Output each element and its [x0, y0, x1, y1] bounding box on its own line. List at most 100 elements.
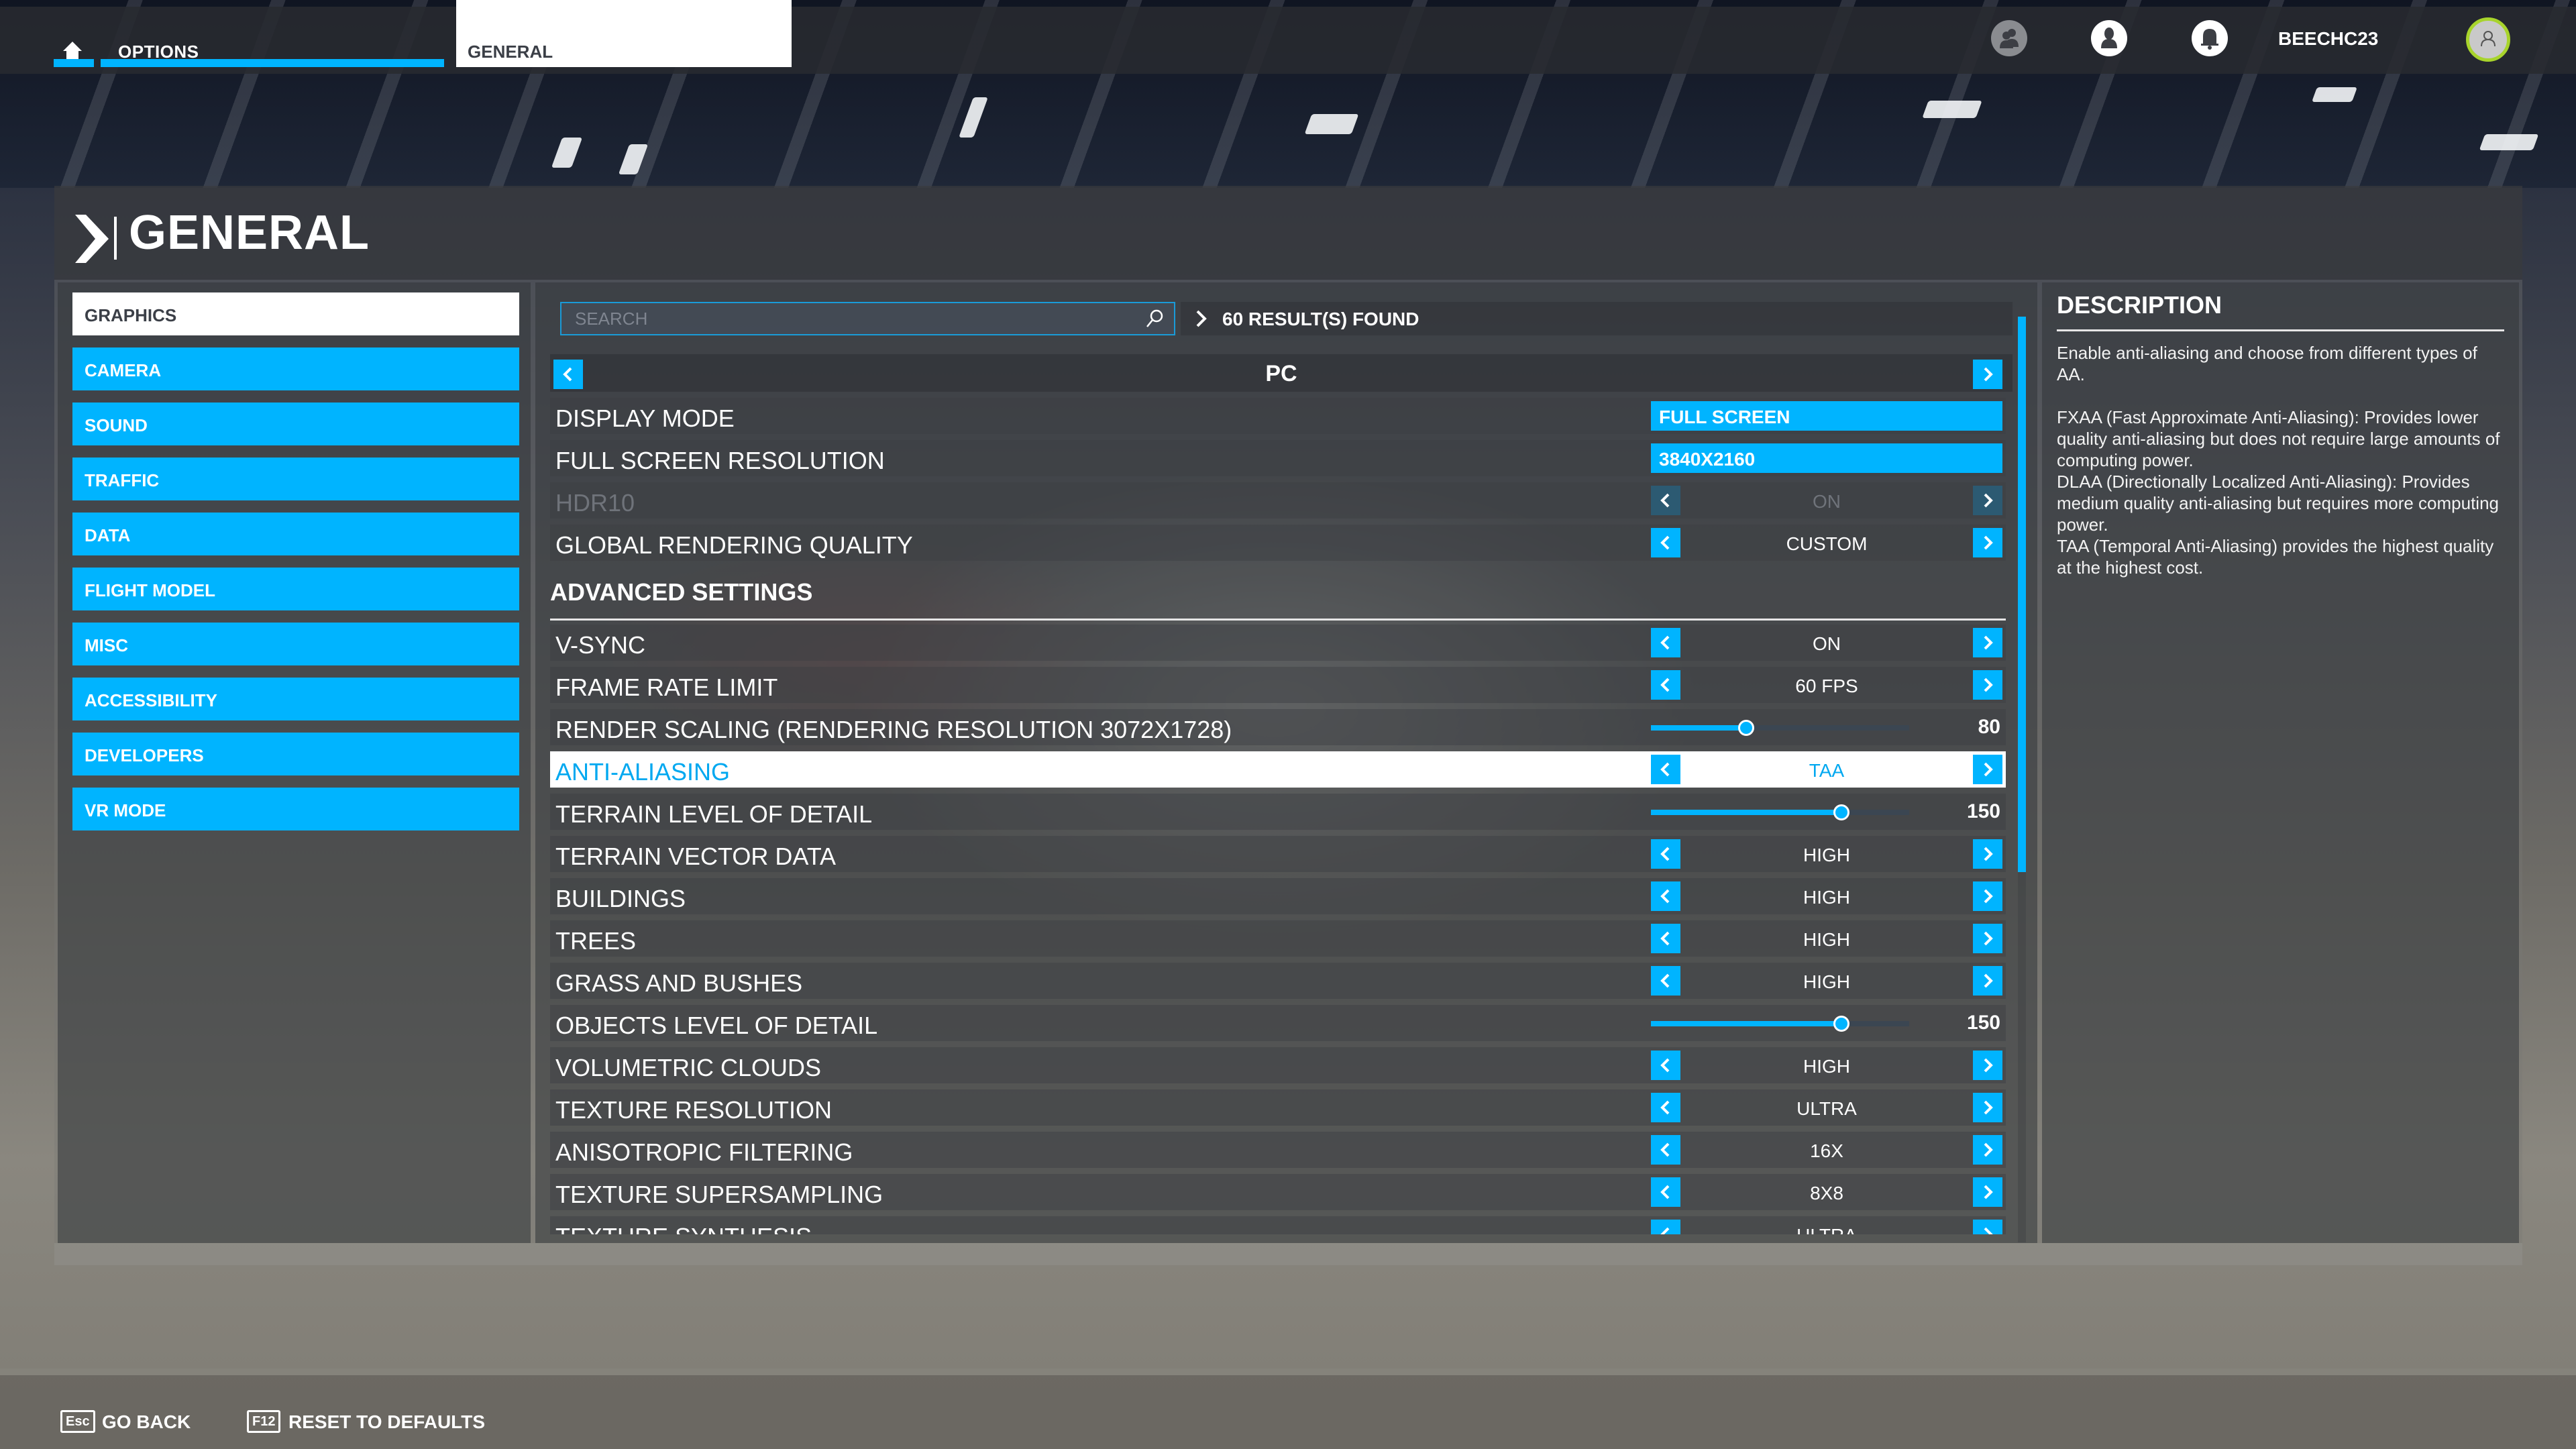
- previous-option-button[interactable]: [1651, 1135, 1680, 1165]
- chevron-left-icon: [1660, 973, 1670, 988]
- previous-option-button[interactable]: [1651, 1093, 1680, 1122]
- setting-dropdown[interactable]: FULL SCREEN: [1651, 401, 2002, 431]
- next-option-button[interactable]: [1973, 1135, 2002, 1165]
- setting-row-texture-resolution[interactable]: TEXTURE RESOLUTION ULTRA: [550, 1089, 2006, 1126]
- next-option-button[interactable]: [1973, 839, 2002, 869]
- setting-row-volumetric-clouds[interactable]: VOLUMETRIC CLOUDS HIGH: [550, 1047, 2006, 1083]
- slider-handle[interactable]: [1833, 804, 1849, 820]
- slider-track[interactable]: [1651, 804, 1909, 820]
- breadcrumb-underline: [101, 59, 444, 67]
- sidebar-item-label: ACCESSIBILITY: [85, 690, 217, 710]
- setting-dropdown[interactable]: 3840X2160: [1651, 443, 2002, 473]
- slider-track[interactable]: [1651, 720, 1909, 736]
- profile-button[interactable]: [2091, 20, 2127, 56]
- next-option-button[interactable]: [1973, 924, 2002, 953]
- breadcrumb-general[interactable]: GENERAL: [456, 0, 792, 67]
- go-back-label: GO BACK: [102, 1411, 191, 1432]
- sidebar-item-camera[interactable]: CAMERA: [72, 347, 519, 390]
- friends-button[interactable]: [1991, 20, 2027, 56]
- setting-row-terrain-vector-data[interactable]: TERRAIN VECTOR DATA HIGH: [550, 836, 2006, 872]
- platform-next-button[interactable]: [1973, 360, 2002, 389]
- next-option-button[interactable]: [1973, 1093, 2002, 1122]
- setting-row-hdr10[interactable]: HDR10 ON: [550, 482, 2006, 519]
- sidebar-item-misc[interactable]: MISC: [72, 623, 519, 665]
- sidebar-item-flight-model[interactable]: FLIGHT MODEL: [72, 568, 519, 610]
- chevron-left-icon: [1660, 889, 1670, 904]
- setting-row-buildings[interactable]: BUILDINGS HIGH: [550, 878, 2006, 914]
- chevron-right-icon: [1984, 1142, 1993, 1157]
- setting-row-anti-aliasing[interactable]: ANTI-ALIASING TAA: [550, 751, 2006, 788]
- sidebar-item-graphics[interactable]: GRAPHICS: [72, 292, 519, 335]
- next-option-button[interactable]: [1973, 755, 2002, 784]
- setting-row-frame-rate-limit[interactable]: FRAME RATE LIMIT 60 FPS: [550, 667, 2006, 703]
- search-input[interactable]: [561, 303, 1138, 334]
- chevron-right-icon: [1984, 931, 1993, 946]
- next-option-button[interactable]: [1973, 628, 2002, 657]
- setting-value: TAA: [1809, 760, 1845, 781]
- ceiling-light: [2311, 87, 2358, 102]
- previous-option-button[interactable]: [1651, 1051, 1680, 1080]
- sidebar-item-data[interactable]: DATA: [72, 513, 519, 555]
- sidebar-item-label: MISC: [85, 635, 128, 655]
- chevron-right-icon: [1196, 310, 1207, 327]
- settings-header: [54, 186, 2522, 280]
- previous-option-button[interactable]: [1651, 628, 1680, 657]
- setting-value: 8X8: [1810, 1183, 1843, 1203]
- slider-track[interactable]: [1651, 1016, 1909, 1032]
- setting-value: 60 FPS: [1795, 676, 1858, 696]
- platform-prev-button[interactable]: [553, 360, 583, 389]
- setting-label: FULL SCREEN RESOLUTION: [555, 447, 885, 474]
- setting-row-display-mode[interactable]: DISPLAY MODE FULL SCREEN: [550, 398, 2006, 434]
- previous-option-button[interactable]: [1651, 966, 1680, 996]
- setting-row-render-scaling-rendering-resolution-3072x1728[interactable]: RENDER SCALING (RENDERING RESOLUTION 307…: [550, 709, 2006, 745]
- next-option-button[interactable]: [1973, 670, 2002, 700]
- setting-row-objects-level-of-detail[interactable]: OBJECTS LEVEL OF DETAIL 150: [550, 1005, 2006, 1041]
- sidebar-item-accessibility[interactable]: ACCESSIBILITY: [72, 678, 519, 720]
- previous-option-button[interactable]: [1651, 1220, 1680, 1234]
- next-option-button[interactable]: [1973, 1220, 2002, 1234]
- previous-option-button[interactable]: [1651, 839, 1680, 869]
- setting-value: ON: [1813, 633, 1841, 654]
- previous-option-button[interactable]: [1651, 670, 1680, 700]
- setting-row-trees[interactable]: TREES HIGH: [550, 920, 2006, 957]
- settings-scrollbar[interactable]: [2018, 317, 2026, 1242]
- previous-option-button[interactable]: [1651, 924, 1680, 953]
- setting-row-full-screen-resolution[interactable]: FULL SCREEN RESOLUTION 3840X2160: [550, 440, 2006, 476]
- description-title: DESCRIPTION: [2057, 291, 2222, 319]
- next-option-button[interactable]: [1973, 881, 2002, 911]
- scrollbar-thumb[interactable]: [2018, 317, 2026, 872]
- search-box[interactable]: [560, 302, 1175, 335]
- home-button[interactable]: [54, 27, 94, 67]
- sidebar-item-sound[interactable]: SOUND: [72, 402, 519, 445]
- setting-row-texture-synthesis[interactable]: TEXTURE SYNTHESIS ULTRA: [550, 1216, 2006, 1234]
- next-option-button[interactable]: [1973, 1051, 2002, 1080]
- setting-row-anisotropic-filtering[interactable]: ANISOTROPIC FILTERING 16X: [550, 1132, 2006, 1168]
- sidebar-item-label: TRAFFIC: [85, 470, 160, 490]
- previous-option-button[interactable]: [1651, 1177, 1680, 1207]
- setting-row-v-sync[interactable]: V-SYNC ON: [550, 625, 2006, 661]
- breadcrumb-options[interactable]: OPTIONS: [101, 27, 444, 67]
- next-option-button[interactable]: [1973, 966, 2002, 996]
- chevron-left-icon: [1660, 1100, 1670, 1115]
- chevron-right-icon: [1984, 1058, 1993, 1073]
- setting-row-grass-and-bushes[interactable]: GRASS AND BUSHES HIGH: [550, 963, 2006, 999]
- setting-row-terrain-level-of-detail[interactable]: TERRAIN LEVEL OF DETAIL 150: [550, 794, 2006, 830]
- setting-row-texture-supersampling[interactable]: TEXTURE SUPERSAMPLING 8X8: [550, 1174, 2006, 1210]
- previous-option-button[interactable]: [1651, 755, 1680, 784]
- next-option-button[interactable]: [1973, 1177, 2002, 1207]
- previous-option-button[interactable]: [1651, 881, 1680, 911]
- home-icon: [63, 42, 82, 59]
- platform-switcher: PC: [550, 354, 2012, 392]
- avatar[interactable]: [2466, 17, 2510, 62]
- page-title: GENERAL: [129, 206, 370, 260]
- setting-value: FULL SCREEN: [1659, 407, 1790, 427]
- esc-key-icon: Esc: [60, 1410, 95, 1433]
- slider-value: 150: [1966, 800, 2000, 822]
- notifications-button[interactable]: [2192, 20, 2228, 56]
- slider-handle[interactable]: [1737, 720, 1754, 736]
- slider-handle[interactable]: [1833, 1016, 1849, 1032]
- sidebar-item-developers[interactable]: DEVELOPERS: [72, 733, 519, 775]
- sidebar-item-vr-mode[interactable]: VR MODE: [72, 788, 519, 830]
- sidebar-item-traffic[interactable]: TRAFFIC: [72, 458, 519, 500]
- search-icon[interactable]: [1144, 309, 1165, 329]
